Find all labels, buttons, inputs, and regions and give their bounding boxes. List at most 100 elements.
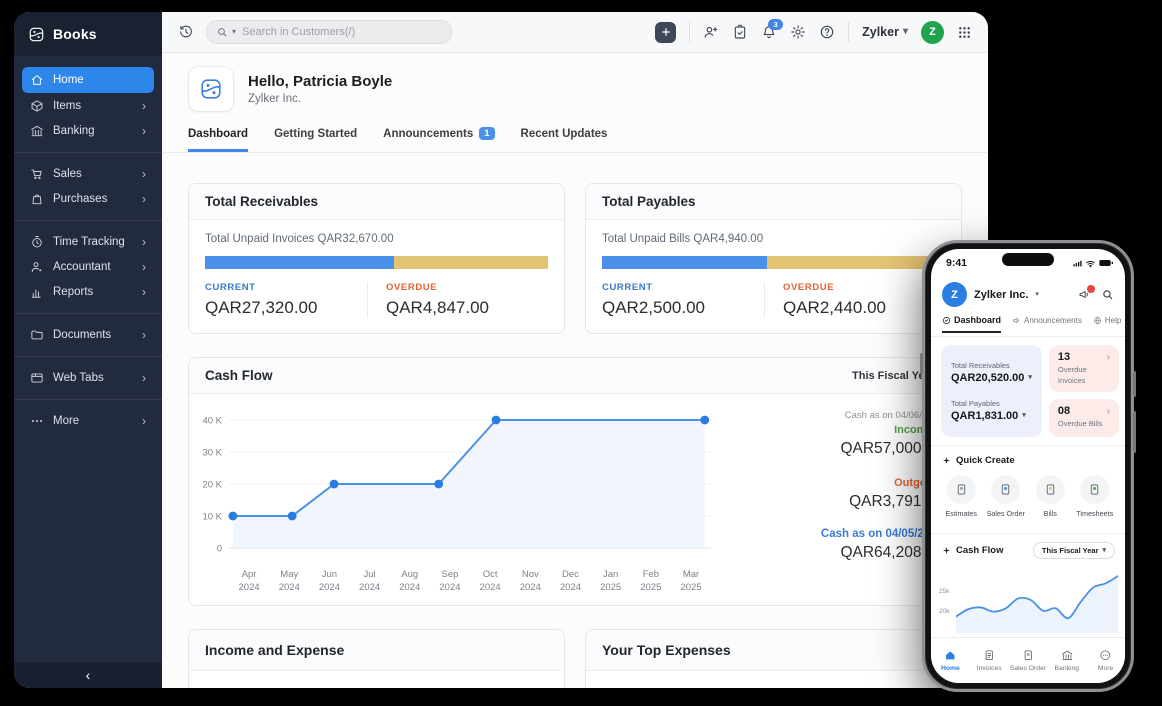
global-search[interactable] [206,20,452,44]
phone-tab-label: Announcements [1024,316,1082,325]
phone-nav-banking[interactable]: Banking [1047,638,1086,683]
caret-down-icon[interactable] [1028,374,1032,381]
phone-nav-home[interactable]: Home [931,638,970,683]
org-switcher[interactable]: Zylker [862,25,908,39]
chart-icon [30,285,44,299]
cash-end-label: Cash as on 04/05/2025 [761,528,943,540]
company-name: Zylker Inc. [248,93,392,105]
unpaid-invoices-summary: Total Unpaid Invoices QAR32,670.00 [205,233,548,245]
overdue-invoices-label: Overdue Invoices [1058,365,1110,386]
sidebar-item-items[interactable]: Items [22,94,154,118]
current-label: CURRENT [205,282,367,293]
sidebar-item-sales[interactable]: Sales [22,162,154,186]
quick-create-sales-order[interactable]: Sales Order [984,475,1029,518]
quick-create-estimates[interactable]: Estimates [939,475,984,518]
sidebar-item-time-tracking[interactable]: Time Tracking [22,230,154,254]
settings-icon[interactable] [790,24,806,40]
phone-cash-flow-section: Cash Flow This Fiscal Year [942,542,1115,559]
sidebar-item-label: Documents [53,329,133,341]
user-avatar[interactable]: Z [921,21,944,44]
divider [931,336,1125,337]
sidebar-collapse-button[interactable] [14,662,162,688]
payables-value: QAR1,831.00 [951,410,1018,422]
x-axis-tick-label: Apr2024 [229,569,269,595]
main-tabs: Dashboard Getting Started Announcements1 Re… [162,127,988,153]
tab-dashboard[interactable]: Dashboard [188,127,248,152]
totals-card[interactable]: Total Receivables QAR20,520.00 Total Pay… [941,345,1042,437]
chevron-left-icon [86,667,91,683]
overdue-bills-card[interactable]: 08 Overdue Bills [1049,399,1119,437]
search-scope-caret-icon[interactable] [232,28,236,36]
current-bar-segment [602,256,767,269]
quick-create-bills[interactable]: Bills [1028,475,1073,518]
tab-announcements[interactable]: Announcements1 [383,127,494,152]
sidebar-item-banking[interactable]: Banking [22,119,154,143]
tab-recent-updates[interactable]: Recent Updates [521,127,608,152]
phone-nav-more[interactable]: More [1086,638,1125,683]
sidebar-item-more[interactable]: More [22,409,154,433]
sidebar-item-label: Reports [53,286,133,298]
notification-count-badge: 3 [768,19,783,30]
phone-tab-help[interactable]: Help [1093,316,1121,333]
chevron-right-icon [142,415,146,427]
recent-history-icon[interactable] [178,24,194,40]
checkcircle-icon [942,316,951,325]
bills-icon [1044,483,1057,496]
sidebar-item-web-tabs[interactable]: Web Tabs [22,366,154,390]
phone-side-button [1133,371,1136,397]
phone-cash-flow-line [956,567,1118,633]
sidebar-item-label: Web Tabs [53,372,133,384]
phone-tab-label: Help [1105,316,1121,325]
announcements-button[interactable] [1078,288,1091,301]
quick-create-row: Estimates Sales OrderBillsTimesheets [939,475,1117,518]
phone-nav-sales-order[interactable]: Sales Order [1009,638,1048,683]
current-value: QAR2,500.00 [602,298,764,318]
phone-mockup: 9:41 Z Zylker Inc. D [922,240,1134,692]
org-name: Zylker [862,25,899,39]
person-icon [30,260,44,274]
invoicedoc-icon [983,649,996,662]
phone-tab-announcements[interactable]: Announcements [1012,316,1082,333]
phone-fiscal-filter[interactable]: This Fiscal Year [1033,542,1115,559]
svg-text:0: 0 [217,544,222,555]
phone-summary-cards: Total Receivables QAR20,520.00 Total Pay… [941,345,1115,437]
incoming-value: QAR57,000.00 [761,440,943,458]
sidebar-divider [14,399,162,400]
quick-create-button[interactable] [655,22,676,43]
phone-tab-dashboard[interactable]: Dashboard [942,315,1001,333]
bottom-cards-row: Income and Expense Your Top Expenses [188,629,962,688]
chevron-right-icon [142,372,146,384]
apps-grid-icon[interactable] [957,25,972,40]
quick-create-icon-circle [991,475,1020,504]
tab-label: Announcements [383,128,473,140]
search-input[interactable] [240,25,442,39]
quick-create-label: Estimates [945,509,977,518]
sidebar-item-purchases[interactable]: Purchases [22,187,154,211]
refer-users-icon[interactable] [703,24,719,40]
org-avatar[interactable]: Z [942,282,967,307]
tab-getting-started[interactable]: Getting Started [274,127,357,152]
current-label: CURRENT [602,282,764,293]
sparkle-icon [942,546,951,555]
subscription-icon[interactable] [732,24,748,40]
phone-nav-invoices[interactable]: Invoices [970,638,1009,683]
sidebar-item-label: Sales [53,168,133,180]
notifications-button[interactable]: 3 [761,24,777,40]
sidebar-item-accountant[interactable]: Accountant [22,255,154,279]
phone-side-button [920,353,923,373]
overdue-value: QAR4,847.00 [386,298,548,318]
sidebar-item-label: More [53,415,133,427]
search-icon[interactable] [1101,288,1114,301]
org-name[interactable]: Zylker Inc. [974,289,1028,301]
caret-down-icon[interactable] [1022,412,1026,419]
quick-create-timesheets[interactable]: Timesheets [1073,475,1118,518]
sidebar-item-documents[interactable]: Documents [22,323,154,347]
help-icon[interactable] [819,24,835,40]
overdue-label: OVERDUE [386,282,548,293]
sidebar-item-home[interactable]: Home [22,67,154,93]
card-title: Total Payables [586,184,961,220]
phone-screen: 9:41 Z Zylker Inc. D [931,249,1125,683]
sidebar-item-reports[interactable]: Reports [22,280,154,304]
battery-icon [1098,255,1114,271]
overdue-invoices-card[interactable]: 13 Overdue Invoices [1049,345,1119,392]
